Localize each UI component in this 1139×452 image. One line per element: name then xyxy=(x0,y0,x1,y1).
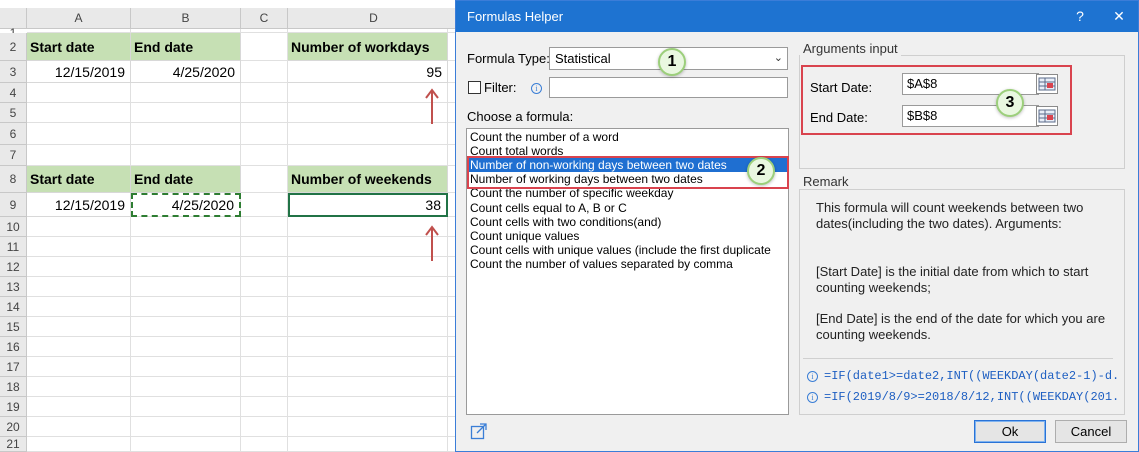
formula-type-label: Formula Type: xyxy=(467,51,550,66)
screenshot-root: A B C D Start date End date Number of wo… xyxy=(0,0,1139,452)
formulas-helper-dialog: Formulas Helper ? ✕ Formula Type: Statis… xyxy=(455,0,1139,452)
row-header[interactable]: 7 xyxy=(0,145,27,166)
row-header[interactable]: 12 xyxy=(0,257,27,277)
help-button[interactable]: ? xyxy=(1062,1,1098,32)
cell-d8-weekends-result[interactable]: 38 xyxy=(288,193,448,217)
select-range-button[interactable] xyxy=(1036,106,1058,126)
row-header[interactable]: 10 xyxy=(0,217,27,237)
end-date-label: End Date: xyxy=(810,110,868,125)
formula-list-item[interactable]: Count cells with two conditions(and) xyxy=(467,215,788,229)
remark-line: counting weekends; xyxy=(816,280,931,295)
cell-b2-end-date[interactable]: 4/25/2020 xyxy=(131,61,241,83)
row-header[interactable]: 21 xyxy=(0,437,27,452)
cell-d7-weekends-header[interactable]: Number of weekends xyxy=(288,166,448,193)
column-header-b[interactable]: B xyxy=(131,8,241,29)
cell-a1-start-date-header[interactable]: Start date xyxy=(27,33,131,61)
step-badge-2: 2 xyxy=(747,157,775,185)
row-header[interactable]: 20 xyxy=(0,417,27,437)
row-header[interactable]: 4 xyxy=(0,83,27,103)
up-arrow-icon xyxy=(425,225,439,261)
remark-line: counting weekends. xyxy=(816,327,931,342)
info-icon: i xyxy=(807,371,818,382)
cell-grid xyxy=(27,29,460,452)
cell-a8-start-date[interactable]: 12/15/2019 xyxy=(27,193,131,217)
up-arrow-icon xyxy=(425,88,439,124)
spreadsheet: A B C D Start date End date Number of wo… xyxy=(0,0,460,452)
close-button[interactable]: ✕ xyxy=(1101,1,1137,32)
example-formula[interactable]: =IF(date1>=date2,INT((WEEKDAY(date2-1)-d… xyxy=(824,369,1122,383)
row-header[interactable]: 13 xyxy=(0,277,27,297)
info-icon: i xyxy=(807,392,818,403)
start-date-label: Start Date: xyxy=(810,80,873,95)
info-icon[interactable]: i xyxy=(531,83,542,94)
range-picker-icon xyxy=(1038,109,1056,123)
column-header-a[interactable]: A xyxy=(27,8,131,29)
row-header[interactable]: 11 xyxy=(0,237,27,257)
formula-list-item[interactable]: Count the number of values separated by … xyxy=(467,257,788,271)
row-header[interactable]: 15 xyxy=(0,317,27,337)
arguments-title: Arguments input xyxy=(800,41,901,56)
formula-type-value: Statistical xyxy=(555,51,611,66)
formula-list-item[interactable]: Count cells equal to A, B or C xyxy=(467,201,788,215)
column-header-c[interactable]: C xyxy=(241,8,288,29)
row-header[interactable]: 14 xyxy=(0,297,27,317)
row-header[interactable]: 6 xyxy=(0,123,27,145)
dialog-title-bar[interactable]: Formulas Helper ? ✕ xyxy=(456,1,1138,32)
range-picker-icon xyxy=(1038,77,1056,91)
select-range-button[interactable] xyxy=(1036,74,1058,94)
remark-line: This formula will count weekends between… xyxy=(816,200,1084,215)
step-badge-3: 3 xyxy=(996,89,1024,117)
ok-button[interactable]: Ok xyxy=(974,420,1046,443)
cell-b7-end-date-header[interactable]: End date xyxy=(131,166,241,193)
remark-line: dates(including the two dates). Argument… xyxy=(816,216,1062,231)
cell-d1-workdays-header[interactable]: Number of workdays xyxy=(288,33,448,61)
highlight-box-formulas xyxy=(467,156,789,189)
remark-line: [End Date] is the end of the date for wh… xyxy=(816,311,1106,326)
row-header[interactable]: 8 xyxy=(0,166,27,193)
remark-line: [Start Date] is the initial date from wh… xyxy=(816,264,1089,279)
cell-a7-start-date-header[interactable]: Start date xyxy=(27,166,131,193)
formula-list-item[interactable]: Count cells with unique values (include … xyxy=(467,243,788,257)
filter-checkbox[interactable] xyxy=(468,81,481,94)
column-header-d[interactable]: D xyxy=(288,8,460,29)
example-formula[interactable]: =IF(2019/8/9>=2018/8/12,INT((WEEKDAY(201… xyxy=(824,390,1122,404)
formula-list-item[interactable]: Count unique values xyxy=(467,229,788,243)
divider xyxy=(803,358,1113,359)
cell-d2-workdays-result[interactable]: 95 xyxy=(288,61,448,83)
remark-title: Remark xyxy=(800,174,852,189)
dialog-title: Formulas Helper xyxy=(467,9,564,24)
chevron-down-icon: ⌄ xyxy=(773,52,783,64)
filter-input[interactable] xyxy=(549,77,788,98)
row-header[interactable]: 5 xyxy=(0,103,27,123)
filter-label: Filter: xyxy=(484,80,517,95)
row-header[interactable]: 18 xyxy=(0,377,27,397)
row-header[interactable]: 9 xyxy=(0,193,27,217)
row-header[interactable]: 3 xyxy=(0,61,27,83)
step-badge-1: 1 xyxy=(658,48,686,76)
cell-b1-end-date-header[interactable]: End date xyxy=(131,33,241,61)
choose-formula-label: Choose a formula: xyxy=(467,109,574,124)
row-header[interactable]: 16 xyxy=(0,337,27,357)
row-header[interactable]: 19 xyxy=(0,397,27,417)
row-header[interactable]: 17 xyxy=(0,357,27,377)
cell-b8-end-date[interactable]: 4/25/2020 xyxy=(131,193,241,217)
cell-a2-start-date[interactable]: 12/15/2019 xyxy=(27,61,131,83)
formula-list-item[interactable]: Count the number of a word xyxy=(467,130,788,144)
row-header[interactable]: 2 xyxy=(0,33,27,61)
cancel-button[interactable]: Cancel xyxy=(1055,420,1127,443)
share-link-icon[interactable] xyxy=(470,422,488,440)
